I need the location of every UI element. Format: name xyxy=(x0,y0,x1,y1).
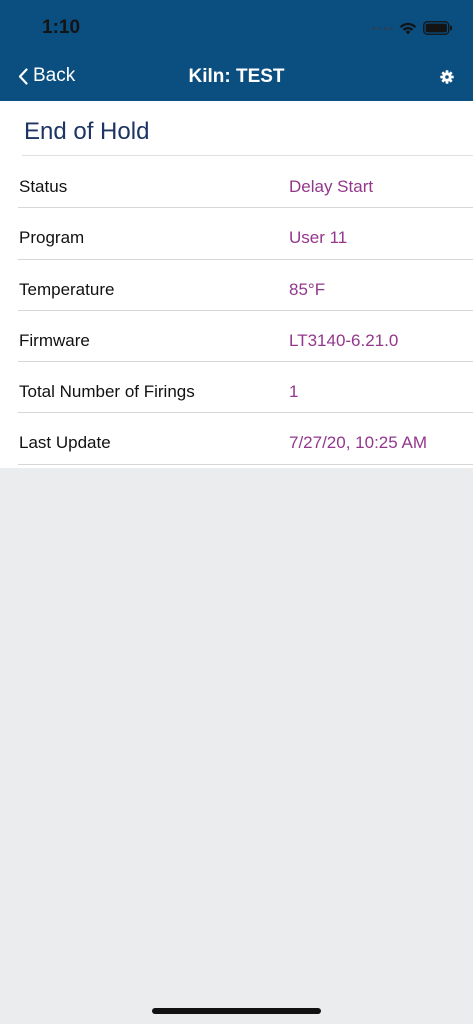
divider xyxy=(18,463,473,465)
cellular-signal-icon xyxy=(372,26,393,30)
kiln-details-panel: End of Hold Status Delay Start Program U… xyxy=(0,101,473,468)
gear-icon[interactable] xyxy=(439,69,455,85)
status-bar: 1:10 xyxy=(0,0,473,56)
detail-label: Status xyxy=(19,177,68,196)
detail-value: 85°F xyxy=(289,279,326,299)
detail-row-total-firings: Total Number of Firings 1 xyxy=(0,362,473,414)
detail-label: Last Update xyxy=(19,433,111,453)
detail-value: User 11 xyxy=(289,228,348,248)
detail-row-status: Status Delay Start xyxy=(0,157,473,209)
detail-label: Temperature xyxy=(19,279,115,299)
detail-label: Program xyxy=(19,228,85,248)
detail-value: 7/27/20, 10:25 AM xyxy=(289,433,427,453)
battery-icon xyxy=(423,21,452,35)
detail-label: Total Number of Firings xyxy=(19,382,195,402)
detail-label: Firmware xyxy=(19,330,90,350)
navigation-bar: Back Kiln: TEST xyxy=(0,56,473,101)
detail-value: 1 xyxy=(289,382,299,402)
detail-value: Delay Start xyxy=(289,177,374,196)
detail-row-last-update: Last Update 7/27/20, 10:25 AM xyxy=(0,413,473,465)
status-time: 1:10 xyxy=(42,17,81,38)
page-title: Kiln: TEST xyxy=(188,66,285,87)
wifi-icon xyxy=(399,22,417,34)
detail-row-program: Program User 11 xyxy=(0,208,473,260)
section-title: End of Hold xyxy=(24,118,150,145)
divider xyxy=(22,155,473,156)
details-list: Status Delay Start Program User 11 Tempe… xyxy=(0,157,473,465)
detail-row-temperature: Temperature 85°F xyxy=(0,260,473,311)
status-icons xyxy=(372,18,453,38)
home-indicator[interactable] xyxy=(152,1008,321,1014)
detail-value: LT3140-6.21.0 xyxy=(289,330,399,350)
detail-row-firmware: Firmware LT3140-6.21.0 xyxy=(0,311,473,363)
